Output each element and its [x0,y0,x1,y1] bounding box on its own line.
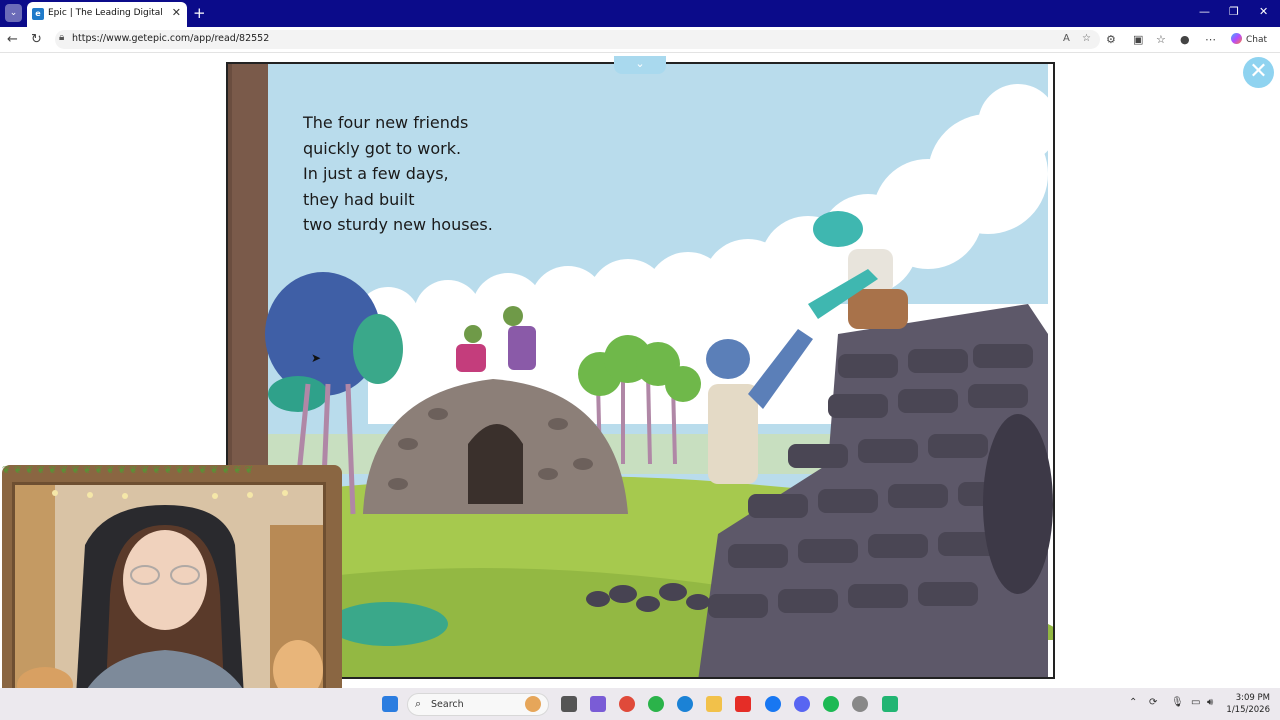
close-book-button[interactable]: ✕ [1243,57,1274,88]
refresh-button[interactable]: ↻ [31,32,42,47]
more-menu-icon[interactable]: ⋯ [1205,33,1216,46]
webcam-video [12,482,326,710]
chevron-up-icon[interactable]: ⌃ [1129,697,1137,708]
tab-actions-menu[interactable]: ⌄ [5,4,22,22]
search-label: Search [431,699,464,710]
clock-time: 3:09 PM [1235,693,1270,703]
split-screen-icon[interactable]: ▣ [1133,33,1143,46]
address-toolbar: ← ↻ 🔒︎ https://www.getepic.com/app/read/… [0,27,1280,53]
story-line: two sturdy new houses. [303,215,493,234]
discord-icon[interactable] [794,696,810,712]
edge-icon[interactable] [677,696,693,712]
clock-date: 1/15/2026 [1226,705,1270,715]
sync-icon[interactable]: ⟳ [1149,697,1157,708]
chrome-icon[interactable] [619,696,635,712]
story-line: they had built [303,189,415,209]
favorites-icon[interactable]: ☆ [1156,33,1166,46]
story-line: quickly got to work. [303,138,462,158]
epic-favicon-icon: e [32,8,44,20]
book-page: The four new friends quickly got to work… [226,62,1055,679]
read-aloud-icon[interactable]: A [1063,33,1070,44]
story-text: The four new friends quickly got to work… [303,110,493,238]
vine-decoration-icon: ❦ ❦ ❦ ❦ ❦ ❦ ❦ ❦ ❦ ❦ ❦ ❦ ❦ ❦ ❦ ❦ ❦ ❦ ❦ ❦ … [2,465,254,476]
url-text[interactable]: https://www.getepic.com/app/read/82552 [72,33,269,44]
display-icon[interactable]: ▭ [1191,697,1200,708]
browser-title-bar: ⌄ e Epic | The Leading Digital Library ✕… [0,0,1280,27]
spotify-icon[interactable] [823,696,839,712]
story-line: In just a few days, [303,164,449,183]
restore-button[interactable]: ❐ [1229,5,1239,18]
volume-icon[interactable]: 🔊︎ [1207,697,1213,708]
facebook-icon[interactable] [765,696,781,712]
browser-tab-active[interactable]: e Epic | The Leading Digital Library ✕ [27,2,187,27]
task-view-icon[interactable] [561,696,577,712]
close-icon: ✕ [1249,59,1268,84]
copilot-taskbar-icon[interactable] [590,696,606,712]
favorite-star-icon[interactable]: ☆ [1082,33,1091,44]
profile-avatar-icon[interactable]: ● [1180,33,1190,46]
phone-link-icon[interactable] [648,696,664,712]
close-tab-icon[interactable]: ✕ [172,6,181,19]
chat-label: Chat [1246,35,1268,45]
file-explorer-icon[interactable] [706,696,722,712]
copilot-icon [1231,33,1242,44]
webcam-overlay: ❦ ❦ ❦ ❦ ❦ ❦ ❦ ❦ ❦ ❦ ❦ ❦ ❦ ❦ ❦ ❦ ❦ ❦ ❦ ❦ … [2,465,342,720]
chevron-down-icon: ⌄ [9,8,18,18]
extensions-icon[interactable]: ⚙ [1106,33,1116,46]
chevron-down-icon: ⌄ [635,57,645,70]
collapse-toolbar-button[interactable]: ⌄ [614,56,666,74]
search-highlight-icon[interactable] [525,696,541,712]
address-bar[interactable]: 🔒︎ https://www.getepic.com/app/read/8255… [55,30,1100,49]
youtube-icon[interactable] [735,696,751,712]
windows-taskbar: ⌕ Search ⌃ ⟳ 🎙︎ ▭ 🔊︎ 3:09 PM 1/15/2026 [0,688,1280,720]
close-window-button[interactable]: ✕ [1259,5,1268,18]
story-line: The four new friends [303,113,469,132]
windows-start-icon[interactable] [382,696,398,712]
app-icon[interactable] [882,696,898,712]
search-icon: ⌕ [415,697,422,710]
system-clock[interactable]: 3:09 PM 1/15/2026 [1222,692,1270,716]
lock-icon: 🔒︎ [59,32,65,43]
new-tab-button[interactable]: + [193,4,206,22]
mouse-cursor-icon: ➤ [311,351,322,365]
microphone-icon[interactable]: 🎙︎ [1171,697,1184,708]
back-button[interactable]: ← [7,32,18,47]
tab-title: Epic | The Leading Digital Library [48,8,164,18]
minimize-button[interactable]: — [1199,5,1210,18]
obs-icon[interactable] [852,696,868,712]
copilot-chat-button[interactable]: Chat [1231,33,1267,45]
